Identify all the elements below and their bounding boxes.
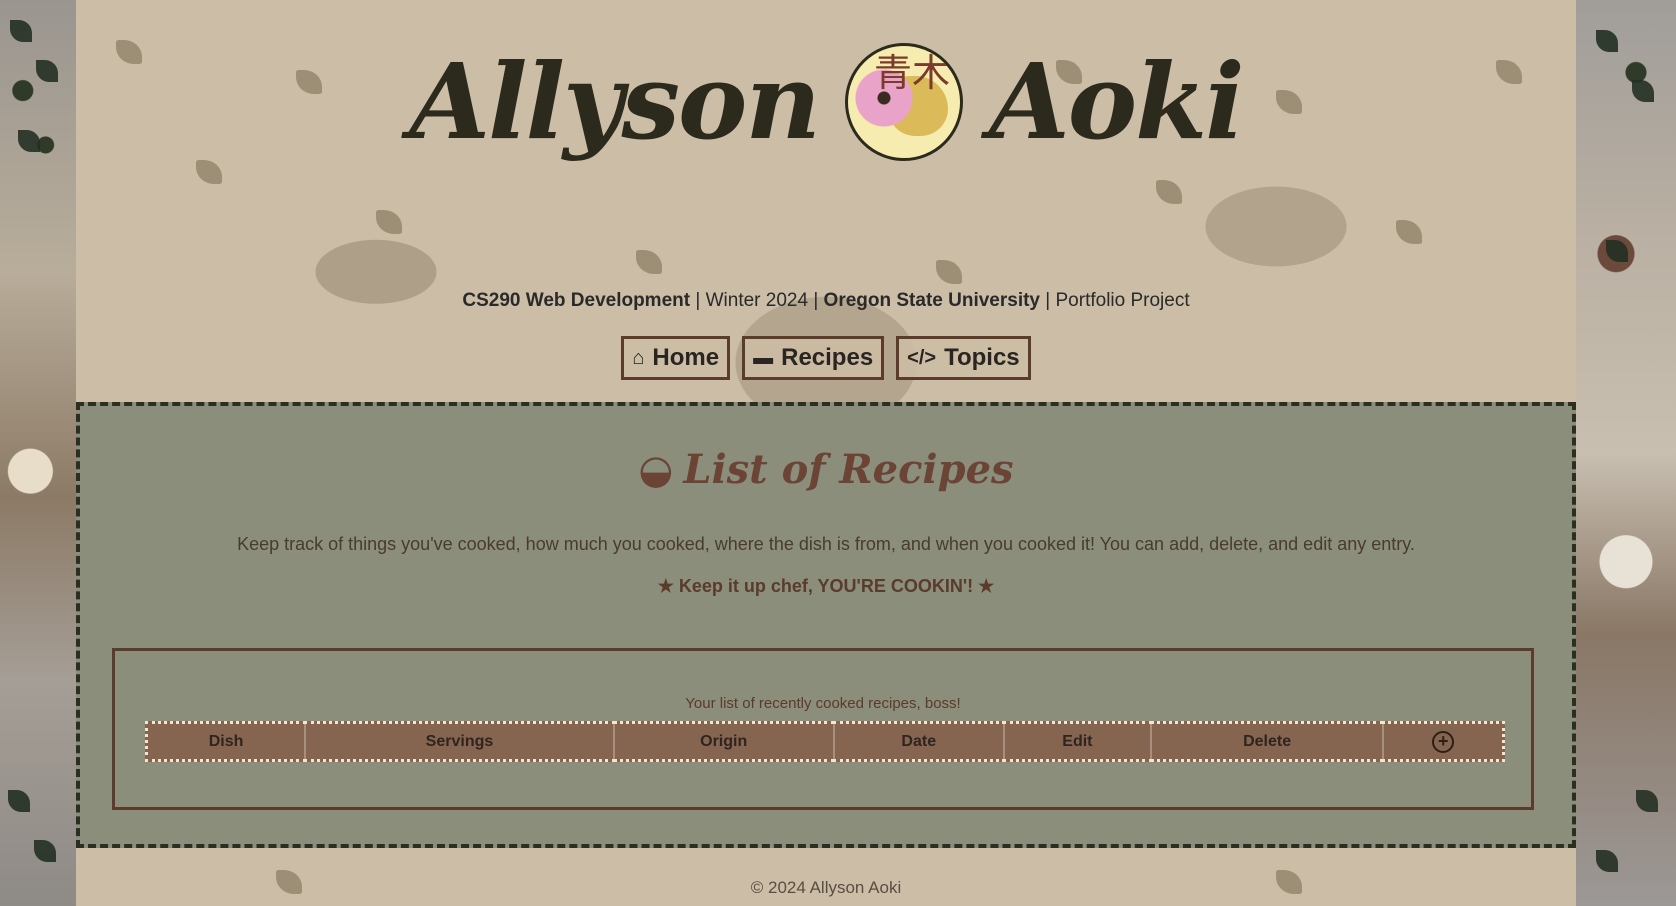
bowl-icon: ◒ — [638, 446, 674, 493]
tagline-separator: | — [1040, 290, 1056, 311]
table-header-row: Dish Servings Origin Date Edit Delete + — [146, 722, 1504, 761]
nav-home-button[interactable]: ⌂ Home — [621, 336, 731, 380]
table-caption: Your list of recently cooked recipes, bo… — [685, 695, 961, 712]
nav-topics-label: Topics — [944, 344, 1020, 371]
column-header-origin: Origin — [613, 722, 835, 761]
nav-recipes-button[interactable]: ▬ Recipes — [742, 336, 885, 380]
main-nav: ⌂ Home ▬ Recipes </> Topics — [76, 336, 1576, 380]
column-header-servings: Servings — [305, 722, 615, 761]
column-header-dish: Dish — [146, 722, 307, 761]
add-recipe-cell: + — [1383, 723, 1503, 761]
column-header-edit: Edit — [1003, 722, 1152, 761]
site-footer: © 2024 Allyson Aoki — [750, 878, 902, 897]
tagline-project: Portfolio Project — [1055, 290, 1190, 311]
page-intro: Keep track of things you've cooked, how … — [237, 534, 1415, 554]
tagline-separator: | — [808, 290, 824, 311]
left-background-collage — [0, 0, 76, 906]
cheer-label: Keep it up chef, YOU'RE COOKIN'! — [678, 576, 974, 596]
tagline-term: Winter 2024 — [705, 290, 809, 311]
logo-kanji: 青木 — [874, 50, 951, 95]
recipes-table-container: Your list of recently cooked recipes, bo… — [112, 648, 1534, 810]
brand: Allyson 青木 Aoki — [76, 40, 1576, 163]
star-icon: ★ — [657, 576, 674, 596]
code-icon: </> — [907, 346, 937, 369]
column-header-delete: Delete — [1150, 722, 1385, 761]
nav-recipes-label: Recipes — [781, 344, 874, 371]
tagline: CS290 Web Development | Winter 2024 | Or… — [76, 290, 1576, 312]
brand-last-name: Aoki — [989, 40, 1245, 163]
logo-blossom-icon: 青木 — [845, 42, 964, 161]
home-icon: ⌂ — [632, 346, 645, 369]
page-title-text: List of Recipes — [683, 446, 1014, 493]
page-title: ◒ List of Recipes — [80, 446, 1572, 493]
recipes-panel: ◒ List of Recipes Keep track of things yo… — [76, 402, 1576, 848]
add-recipe-icon[interactable]: + — [1432, 730, 1455, 753]
site-header: Allyson 青木 Aoki CS290 Web Development | … — [76, 0, 1576, 400]
nav-home-label: Home — [652, 344, 720, 371]
nav-topics-button[interactable]: </> Topics — [896, 336, 1031, 380]
pot-icon: ▬ — [753, 346, 774, 369]
recipes-table: Dish Servings Origin Date Edit Delete + — [145, 721, 1505, 762]
brand-first-name: Allyson — [409, 40, 821, 163]
star-icon: ★ — [978, 576, 995, 596]
cheer-text: ★ Keep it up chef, YOU'RE COOKIN'! ★ — [80, 576, 1572, 597]
column-header-date: Date — [833, 722, 1005, 761]
tagline-separator: | — [690, 290, 706, 311]
tagline-course: CS290 Web Development — [462, 290, 691, 311]
tagline-school: Oregon State University — [823, 290, 1040, 311]
right-background-collage — [1576, 0, 1676, 906]
